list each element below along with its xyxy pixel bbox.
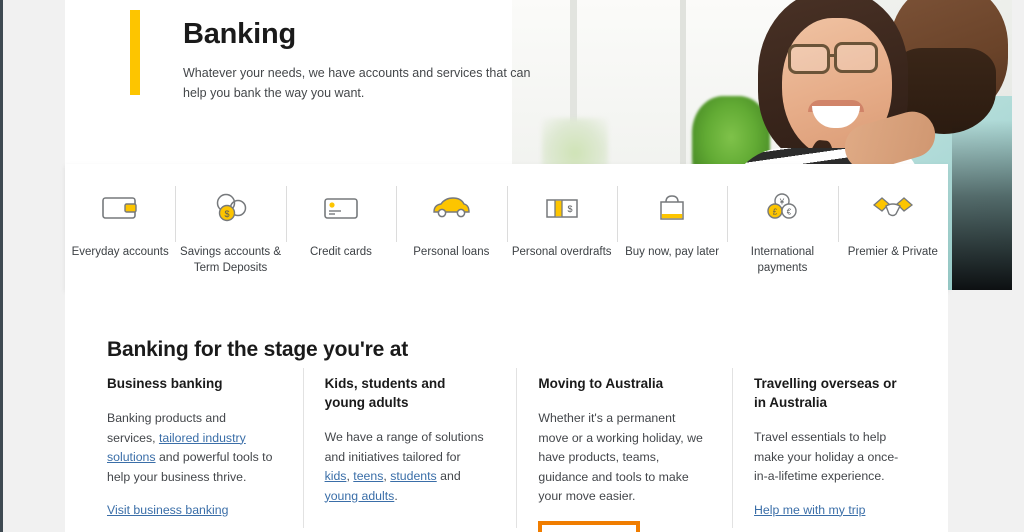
nav-item-everyday-accounts[interactable]: Everyday accounts	[65, 164, 175, 290]
main-section: Banking for the stage you're at Business…	[65, 290, 948, 532]
column-body: Banking products and services, tailored …	[107, 409, 275, 487]
nav-item-label: Everyday accounts	[72, 244, 169, 260]
section-title: Banking for the stage you're at	[107, 338, 408, 362]
column-travelling-overseas: Travelling overseas or in Australia Trav…	[732, 374, 927, 532]
svg-text:€: €	[787, 208, 792, 217]
svg-text:£: £	[773, 208, 778, 217]
coin-bubbles-icon: $	[207, 188, 255, 228]
column-body: We have a range of solutions and initiat…	[325, 428, 489, 506]
yellow-accent-bar	[130, 10, 140, 95]
column-body: Travel essentials to help make your holi…	[754, 428, 899, 487]
handshake-icon	[869, 188, 917, 228]
svg-text:$: $	[224, 209, 229, 219]
credit-card-icon	[317, 188, 365, 228]
nav-item-label: Credit cards	[310, 244, 372, 260]
column-kids-students-young-adults: Kids, students and young adults We have …	[303, 374, 517, 532]
nav-item-credit-cards[interactable]: Credit cards	[286, 164, 396, 290]
column-heading: Business banking	[107, 374, 275, 393]
link-help-me-with-my-trip[interactable]: Help me with my trip	[754, 501, 865, 520]
hero-section: Banking Whatever your needs, we have acc…	[65, 0, 1012, 164]
page-root: Banking Whatever your needs, we have acc…	[0, 0, 1024, 532]
nav-item-premier-private[interactable]: Premier & Private	[838, 164, 948, 290]
photo-glasses-bridge	[829, 54, 837, 57]
nav-item-international-payments[interactable]: ¥ £ € International payments	[727, 164, 837, 290]
link-visit-business-banking[interactable]: Visit business banking	[107, 501, 228, 520]
column-body: Whether it's a permanent move or a worki…	[538, 409, 704, 507]
wallet-icon	[96, 188, 144, 228]
photo-glasses-right	[834, 42, 878, 73]
page-title: Banking	[183, 18, 296, 51]
nav-item-personal-loans[interactable]: Personal loans	[396, 164, 506, 290]
column-heading: Travelling overseas or in Australia	[754, 374, 899, 412]
column-heading: Moving to Australia	[538, 374, 704, 393]
hero-subtitle: Whatever your needs, we have accounts an…	[183, 63, 543, 103]
nav-item-personal-overdrafts[interactable]: $ Personal overdrafts	[507, 164, 617, 290]
banknote-dollar-icon: $	[538, 188, 586, 228]
link-teens[interactable]: teens	[353, 469, 383, 483]
product-nav-card: Everyday accounts $ Savings accounts & T…	[65, 164, 948, 290]
currency-coins-icon: ¥ £ €	[758, 188, 806, 228]
column-business-banking: Business banking Banking products and se…	[107, 374, 303, 532]
focus-highlight-box: Explore more	[538, 521, 639, 532]
car-icon	[427, 188, 475, 228]
column-body-post: .	[394, 489, 397, 503]
nav-item-buy-now-pay-later[interactable]: Buy now, pay later	[617, 164, 727, 290]
column-heading: Kids, students and young adults	[325, 374, 489, 412]
nav-item-label: Personal loans	[413, 244, 489, 260]
column-body-pre: We have a range of solutions and initiat…	[325, 430, 484, 464]
stage-columns: Business banking Banking products and se…	[107, 374, 927, 532]
link-students[interactable]: students	[390, 469, 437, 483]
column-moving-to-australia: Moving to Australia Whether it's a perma…	[516, 374, 732, 532]
shopping-bag-icon	[648, 188, 696, 228]
link-kids[interactable]: kids	[325, 469, 347, 483]
link-young-adults[interactable]: young adults	[325, 489, 395, 503]
nav-item-label: Personal overdrafts	[512, 244, 612, 260]
nav-item-label: Savings accounts & Term Deposits	[179, 244, 283, 276]
nav-item-savings-term-deposits[interactable]: $ Savings accounts & Term Deposits	[175, 164, 285, 290]
nav-item-label: Premier & Private	[848, 244, 938, 260]
body-sep-3: and	[437, 469, 461, 483]
photo-glasses-left	[788, 44, 830, 74]
nav-item-label: Buy now, pay later	[625, 244, 719, 260]
svg-text:$: $	[567, 204, 572, 214]
nav-item-label: International payments	[730, 244, 834, 276]
browser-edge-strip	[0, 0, 3, 532]
photo-right-shadow	[952, 120, 1012, 290]
